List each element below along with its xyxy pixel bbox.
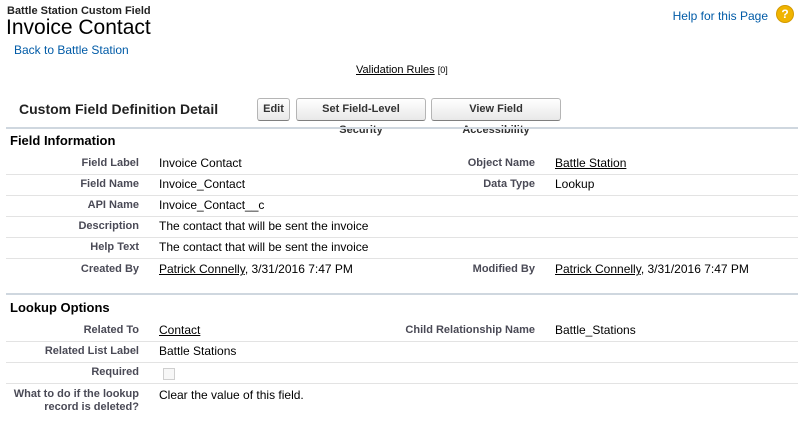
related-list-label-label: Related List Label	[44, 345, 139, 357]
required-label: Required	[91, 366, 139, 378]
delete-behavior-label: What to do if the lookup record is delet…	[6, 388, 139, 414]
row-delete-behavior: What to do if the lookup record is delet…	[6, 383, 798, 419]
row-field-name: Field Name Invoice_Contact Data Type Loo…	[6, 174, 798, 196]
help-link[interactable]: Help for this Page	[673, 9, 768, 23]
page-title: Invoice Contact	[6, 16, 151, 39]
created-by-user-link[interactable]: Patrick Connelly	[159, 262, 245, 276]
help-text-label: Help Text	[90, 241, 139, 253]
field-label-label: Field Label	[81, 157, 139, 169]
validation-rules-link[interactable]: Validation Rules	[356, 64, 435, 76]
modified-by-date: , 3/31/2016 7:47 PM	[640, 262, 749, 276]
api-name-label: API Name	[87, 199, 139, 211]
description-label: Description	[78, 220, 139, 232]
field-information-title: Field Information	[10, 133, 116, 148]
row-required: Required	[6, 362, 798, 384]
created-by-label: Created By	[80, 263, 139, 275]
section-divider	[6, 293, 798, 295]
delete-behavior-label-line-1: What to do if the lookup	[13, 388, 139, 400]
data-type-label: Data Type	[483, 178, 535, 190]
validation-rules-count: [0]	[437, 65, 448, 75]
field-label-value: Invoice Contact	[159, 156, 242, 170]
api-name-value: Invoice_Contact__c	[159, 198, 265, 212]
created-by-date: , 3/31/2016 7:47 PM	[244, 262, 353, 276]
modified-by-label: Modified By	[472, 263, 535, 275]
related-to-link[interactable]: Contact	[159, 323, 200, 337]
child-relationship-name-value: Battle_Stations	[555, 323, 636, 337]
row-related-to: Related To Contact Child Relationship Na…	[6, 320, 798, 342]
row-api-name: API Name Invoice_Contact__c	[6, 195, 798, 217]
related-to-label: Related To	[83, 324, 139, 336]
row-description: Description The contact that will be sen…	[6, 216, 798, 238]
description-value: The contact that will be sent the invoic…	[159, 219, 369, 233]
field-name-value: Invoice_Contact	[159, 177, 246, 191]
section-divider	[6, 127, 798, 129]
data-type-value: Lookup	[555, 177, 595, 191]
required-checkbox	[163, 368, 175, 380]
set-field-level-security-button[interactable]: Set Field-Level Security	[296, 98, 426, 136]
back-link[interactable]: Back to Battle Station	[14, 43, 129, 57]
child-relationship-name-label: Child Relationship Name	[405, 324, 535, 336]
delete-behavior-value: Clear the value of this field.	[159, 388, 304, 402]
row-help-text: Help Text The contact that will be sent …	[6, 237, 798, 259]
field-name-label: Field Name	[80, 178, 139, 190]
row-created-by: Created By Patrick Connelly, 3/31/2016 7…	[6, 258, 798, 282]
validation-rules: Validation Rules [0]	[356, 64, 448, 76]
view-field-accessibility-button[interactable]: View Field Accessibility	[431, 98, 561, 136]
modified-by-user-link[interactable]: Patrick Connelly	[555, 262, 641, 276]
help-icon[interactable]: ?	[776, 5, 794, 23]
object-name-label: Object Name	[467, 157, 535, 169]
help-text-value: The contact that will be sent the invoic…	[159, 240, 369, 254]
related-list-label-value: Battle Stations	[159, 344, 237, 358]
row-field-label: Field Label Invoice Contact Object Name …	[6, 153, 798, 175]
lookup-options-title: Lookup Options	[10, 300, 110, 315]
edit-button[interactable]: Edit	[257, 98, 290, 121]
object-name-link[interactable]: Battle Station	[555, 156, 626, 170]
row-related-list-label: Related List Label Battle Stations	[6, 341, 798, 363]
delete-behavior-label-line-2: record is deleted?	[44, 401, 139, 413]
detail-title: Custom Field Definition Detail	[19, 101, 219, 117]
